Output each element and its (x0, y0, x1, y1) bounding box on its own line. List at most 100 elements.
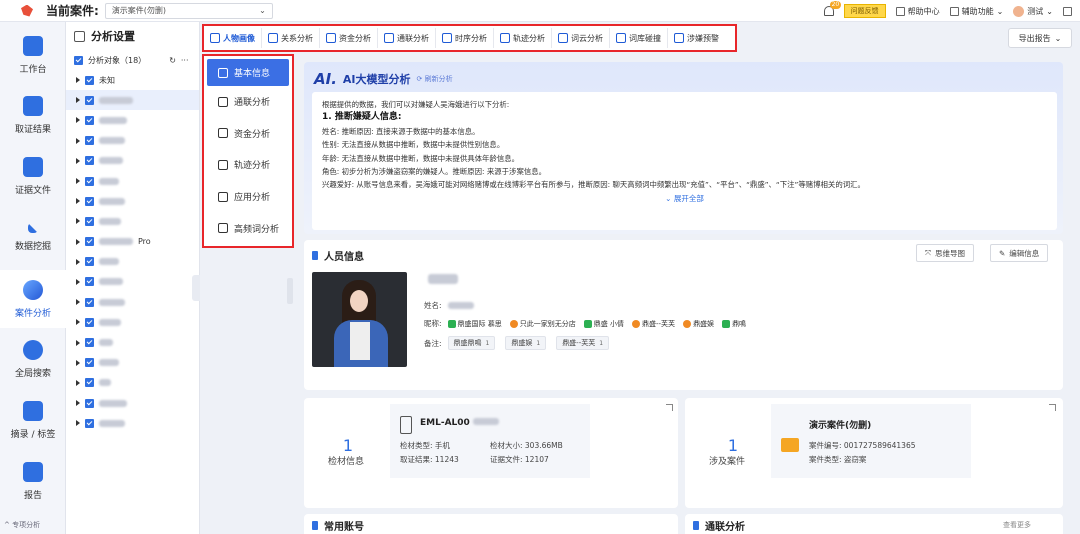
caret-right-icon[interactable] (76, 97, 80, 104)
caret-right-icon[interactable] (76, 238, 80, 245)
caret-right-icon[interactable] (76, 218, 80, 225)
tree-row[interactable] (66, 90, 199, 111)
expand-all-link[interactable]: ⌄ 展开全部 (322, 192, 1047, 205)
blurred-name (99, 96, 133, 104)
tree-row[interactable] (66, 131, 199, 151)
caret-right-icon[interactable] (76, 258, 80, 265)
row-checkbox[interactable] (85, 297, 94, 307)
caret-right-icon[interactable] (76, 117, 80, 124)
row-checkbox[interactable] (85, 338, 94, 348)
subnav-item-2[interactable]: 资金分析 (204, 118, 292, 150)
tab-5[interactable]: 轨迹分析 (494, 28, 552, 48)
user-menu[interactable]: 测试 ⌄ (1013, 5, 1053, 17)
tree-row[interactable] (66, 110, 199, 130)
tree-row[interactable] (66, 353, 199, 373)
nav-datamining[interactable]: 数据挖掘 (0, 208, 66, 266)
help-center-button[interactable]: 帮助中心 (895, 6, 940, 17)
tab-7[interactable]: 词库碰撞 (610, 28, 668, 48)
view-more-link[interactable]: 查看更多 (1003, 520, 1031, 530)
tab-1[interactable]: 关系分析 (262, 28, 320, 48)
tree-row[interactable] (66, 413, 199, 433)
tab-8[interactable]: 涉嫌预警 (668, 28, 725, 48)
tree-row[interactable] (66, 272, 199, 292)
caret-right-icon[interactable] (76, 178, 80, 185)
caret-right-icon[interactable] (76, 379, 80, 386)
caret-right-icon[interactable] (76, 278, 80, 285)
nav-evidence[interactable]: 证据文件 (0, 147, 66, 205)
tree-row[interactable] (66, 332, 199, 352)
row-checkbox[interactable] (85, 196, 94, 206)
tree-row[interactable] (66, 151, 199, 171)
bell-icon[interactable]: 20 (822, 1, 842, 17)
tab-2[interactable]: 资金分析 (320, 28, 378, 48)
logout-icon[interactable] (1063, 6, 1072, 16)
tab-4[interactable]: 时序分析 (436, 28, 494, 48)
caret-right-icon[interactable] (76, 198, 80, 205)
row-checkbox[interactable] (85, 75, 94, 85)
tree-row[interactable] (66, 393, 199, 413)
row-checkbox[interactable] (85, 136, 94, 146)
caret-right-icon[interactable] (76, 400, 80, 407)
row-checkbox[interactable] (85, 378, 94, 388)
caret-right-icon[interactable] (76, 157, 80, 164)
collapse-subnav-handle[interactable] (287, 278, 293, 304)
row-checkbox[interactable] (85, 398, 94, 408)
tree-row[interactable] (66, 312, 199, 332)
tab-3[interactable]: 通联分析 (378, 28, 436, 48)
subnav-item-5[interactable]: 高频词分析 (204, 212, 292, 244)
subnav-item-0[interactable]: 基本信息 (207, 59, 289, 86)
subnav-item-4[interactable]: 应用分析 (204, 181, 292, 213)
tab-6[interactable]: 词云分析 (552, 28, 610, 48)
nav-report[interactable]: 报告 (0, 452, 66, 510)
tree-row[interactable] (66, 191, 199, 211)
tree-row[interactable] (66, 171, 199, 191)
subnav-item-3[interactable]: 轨迹分析 (204, 149, 292, 181)
nav-workbench[interactable]: 工作台 (0, 26, 66, 84)
tree-row[interactable]: Pro (66, 232, 199, 252)
row-checkbox[interactable] (85, 216, 94, 226)
section-marker (693, 521, 699, 530)
nav-global-search[interactable]: 全局搜索 (0, 330, 66, 388)
tree-row[interactable]: 未知 (66, 70, 199, 90)
assist-button[interactable]: 辅助功能 ⌄ (949, 6, 1003, 17)
caret-right-icon[interactable] (76, 299, 80, 306)
select-all-checkbox[interactable] (74, 55, 83, 65)
more-icon[interactable]: ··· (181, 56, 189, 65)
caret-right-icon[interactable] (76, 319, 80, 326)
row-checkbox[interactable] (85, 156, 94, 166)
feedback-button[interactable]: 问题反馈 (843, 4, 886, 18)
mind-map-button[interactable]: ⤧ 思维导图 (916, 244, 974, 262)
nav-case-analysis[interactable]: 案件分析 (0, 270, 66, 328)
nav-excerpt-tags[interactable]: 摘录 / 标签 (0, 391, 66, 449)
row-checkbox[interactable] (85, 358, 94, 368)
subnav-item-1[interactable]: 通联分析 (204, 86, 292, 118)
edit-info-button[interactable]: ✎ 编辑信息 (990, 244, 1049, 262)
row-checkbox[interactable] (85, 257, 94, 267)
caret-right-icon[interactable] (76, 339, 80, 346)
row-checkbox[interactable] (85, 237, 94, 247)
row-checkbox[interactable] (85, 176, 94, 186)
special-analysis-link[interactable]: ^ 专项分析 (4, 520, 40, 530)
row-checkbox[interactable] (85, 317, 94, 327)
expand-icon[interactable] (666, 404, 673, 411)
row-checkbox[interactable] (85, 418, 94, 428)
row-checkbox[interactable] (85, 277, 94, 287)
refresh-icon[interactable]: ↻ (169, 56, 176, 65)
tree-row[interactable] (66, 292, 199, 312)
tree-row[interactable] (66, 211, 199, 231)
row-checkbox[interactable] (85, 95, 94, 105)
caret-right-icon[interactable] (76, 359, 80, 366)
row-checkbox[interactable] (85, 115, 94, 125)
caret-right-icon[interactable] (76, 420, 80, 427)
tree-row[interactable] (66, 373, 199, 393)
expand-icon[interactable] (1049, 404, 1056, 411)
tab-0[interactable]: 人物画像 (204, 28, 262, 48)
caret-right-icon[interactable] (76, 77, 80, 84)
tree-row[interactable] (66, 252, 199, 272)
case-select[interactable]: 演示案件(勿删) ⌄ (104, 2, 273, 19)
export-report-button[interactable]: 导出报告 ⌄ (1008, 28, 1072, 48)
caret-right-icon[interactable] (76, 137, 80, 144)
collapse-tree-handle[interactable] (192, 275, 200, 301)
nav-results[interactable]: 取证结果 (0, 86, 66, 144)
ai-refresh-button[interactable]: ⟳ 刷新分析 (417, 74, 453, 84)
